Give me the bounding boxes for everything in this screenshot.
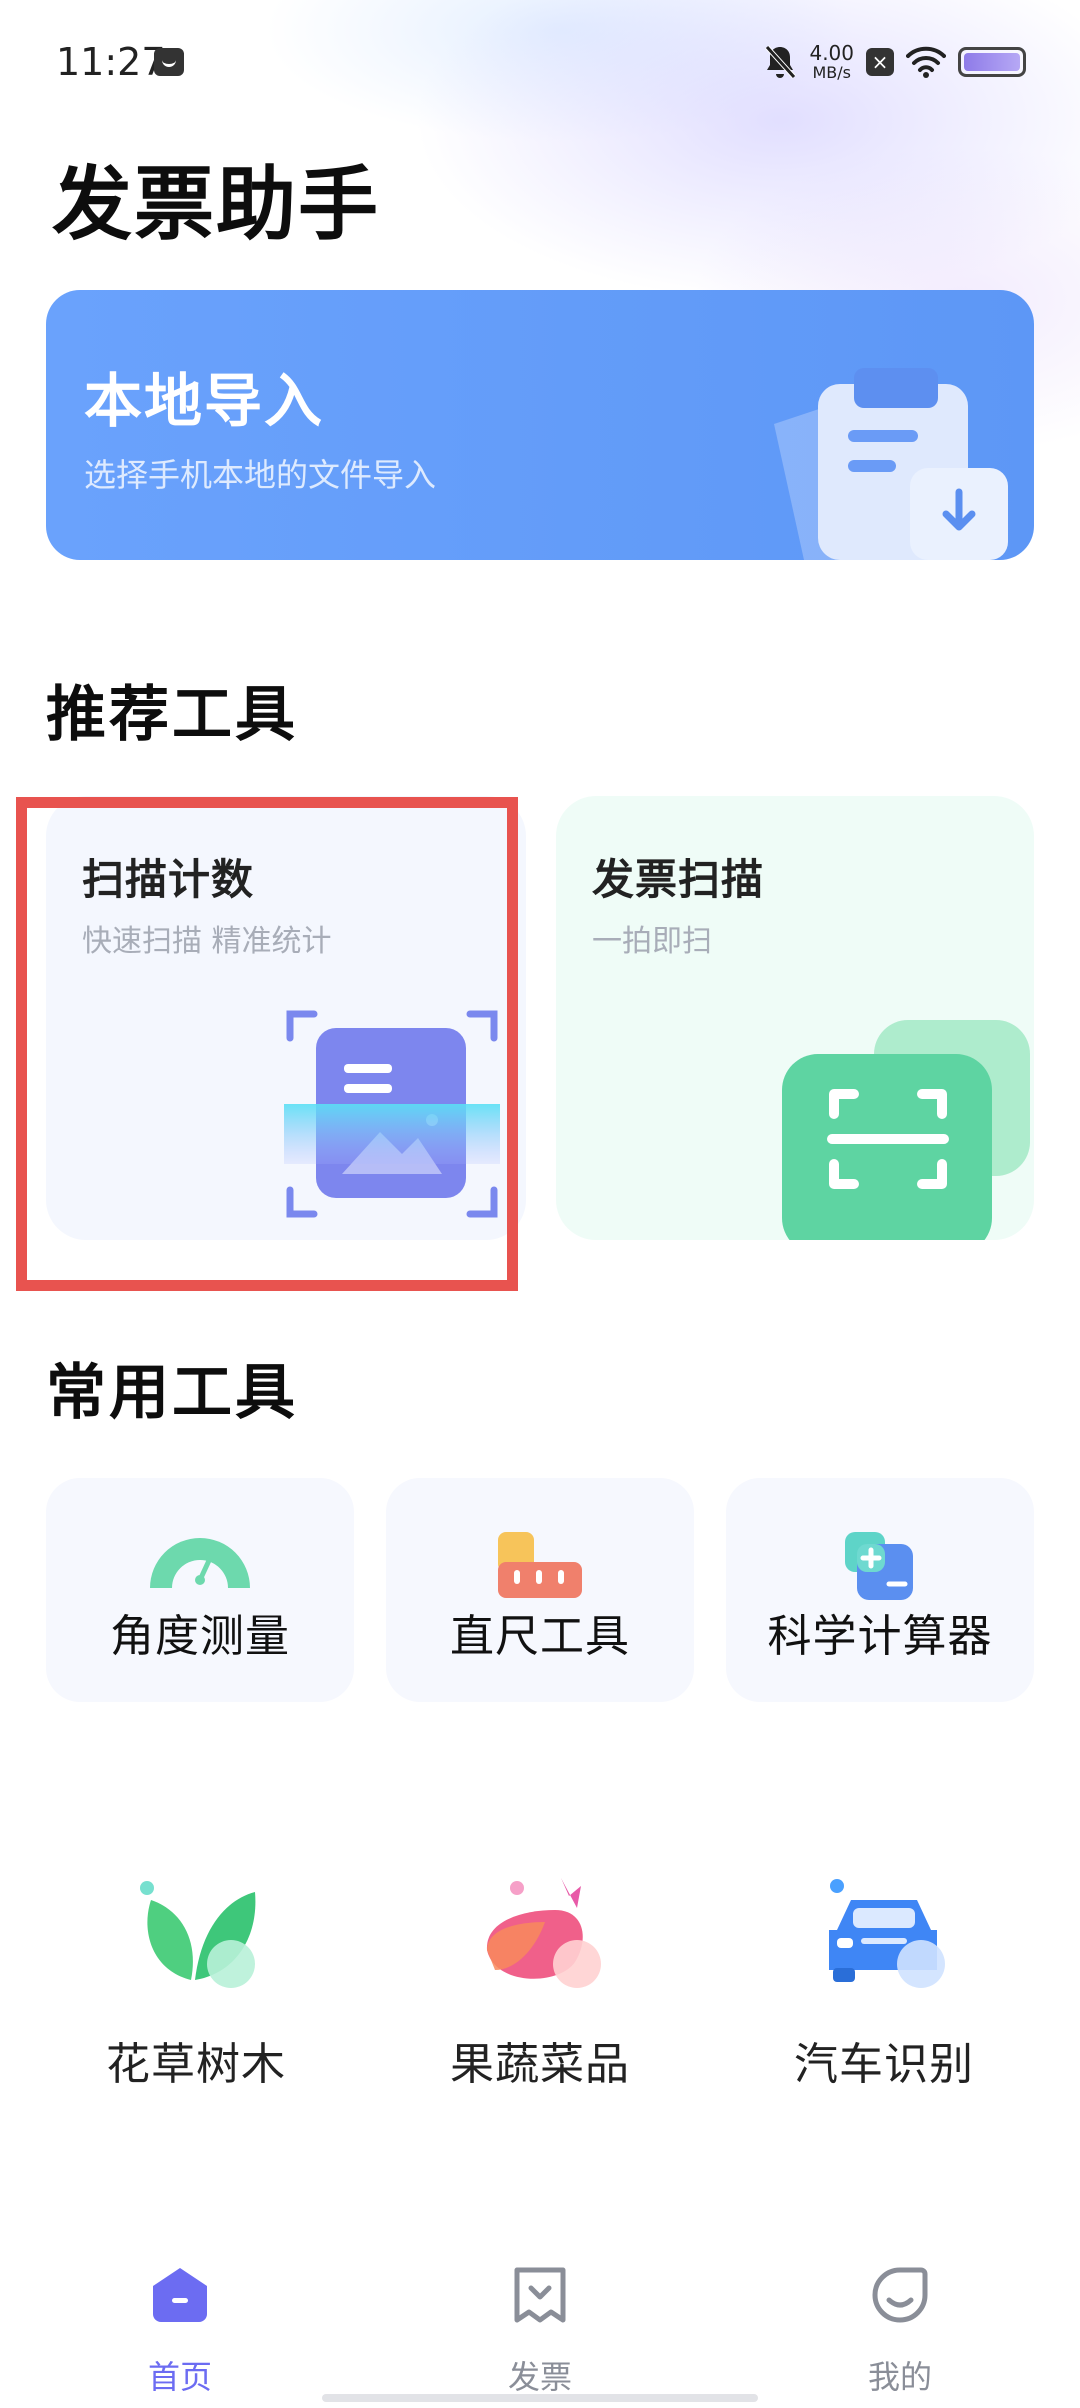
car-icon bbox=[829, 1879, 945, 1988]
scan-count-subtitle: 快速扫描 精准统计 bbox=[82, 924, 332, 959]
scientific-calculator-label: 科学计算器 bbox=[767, 1611, 993, 1662]
produce-identify-item[interactable]: 果蔬菜品 bbox=[390, 1870, 690, 2090]
nav-invoice-label: 发票 bbox=[507, 2358, 572, 2396]
ruler-icon bbox=[498, 1532, 582, 1598]
ruler-tool-card[interactable]: 直尺工具 bbox=[386, 1478, 694, 1702]
battery-level-fill bbox=[964, 53, 1020, 71]
nav-profile[interactable]: 我的 bbox=[800, 2264, 1000, 2396]
eggplant-icon bbox=[486, 1878, 601, 1988]
wifi-icon bbox=[906, 46, 946, 78]
ruler-tool-label: 直尺工具 bbox=[450, 1611, 630, 1662]
home-indicator-bar[interactable] bbox=[322, 2394, 758, 2402]
local-import-subtitle: 选择手机本地的文件导入 bbox=[84, 456, 437, 494]
home-icon bbox=[153, 2268, 207, 2322]
invoice-scan-subtitle: 一拍即扫 bbox=[592, 924, 712, 959]
bell-mute-icon bbox=[765, 45, 797, 79]
nav-profile-label: 我的 bbox=[867, 2358, 932, 2396]
profile-face-icon bbox=[872, 2267, 928, 2323]
scan-image-icon bbox=[284, 1010, 500, 1218]
recommended-tools-title: 推荐工具 bbox=[46, 680, 298, 750]
invoice-scan-title: 发票扫描 bbox=[592, 855, 765, 904]
notification-message-icon bbox=[154, 48, 184, 76]
battery-icon bbox=[958, 47, 1026, 77]
common-tools-title: 常用工具 bbox=[46, 1358, 298, 1428]
status-time: 11:27 bbox=[56, 40, 166, 84]
bottom-navigation: 首页 发票 我的 bbox=[0, 2244, 1080, 2408]
invoice-scan-card[interactable]: 发票扫描 一拍即扫 bbox=[556, 796, 1034, 1240]
angle-measure-card[interactable]: 角度测量 bbox=[46, 1478, 354, 1702]
network-speed: 4.00 MB/s bbox=[809, 43, 854, 81]
clipboard-download-icon bbox=[774, 368, 1008, 560]
angle-measure-label: 角度测量 bbox=[110, 1611, 290, 1662]
screen: 11:27 4.00 MB/s × 发票助手 本地导入 选择手机本地的文件导入 … bbox=[0, 0, 1080, 2408]
receipt-icon bbox=[514, 2267, 566, 2323]
nav-invoice[interactable]: 发票 bbox=[440, 2264, 640, 2396]
page-title: 发票助手 bbox=[52, 158, 380, 251]
car-identify-label: 汽车识别 bbox=[794, 2039, 974, 2090]
local-import-title: 本地导入 bbox=[84, 367, 325, 435]
status-indicators: 4.00 MB/s × bbox=[763, 40, 1026, 84]
nav-home[interactable]: 首页 bbox=[80, 2264, 280, 2396]
status-bar: 11:27 4.00 MB/s × bbox=[0, 0, 1080, 128]
leaf-icon bbox=[140, 1881, 256, 1988]
nav-home-label: 首页 bbox=[147, 2358, 212, 2396]
local-import-card[interactable]: 本地导入 选择手机本地的文件导入 bbox=[46, 290, 1034, 560]
protractor-icon bbox=[150, 1538, 250, 1588]
network-speed-value: 4.00 bbox=[809, 41, 854, 65]
plant-identify-label: 花草树木 bbox=[106, 2039, 286, 2090]
car-identify-item[interactable]: 汽车识别 bbox=[734, 1870, 1034, 2090]
calculator-icon bbox=[845, 1532, 913, 1600]
no-sim-icon: × bbox=[866, 48, 894, 76]
plant-identify-item[interactable]: 花草树木 bbox=[46, 1870, 346, 2090]
scan-count-title: 扫描计数 bbox=[82, 855, 255, 904]
scan-count-card[interactable]: 扫描计数 快速扫描 精准统计 bbox=[46, 796, 526, 1240]
scientific-calculator-card[interactable]: 科学计算器 bbox=[726, 1478, 1034, 1702]
scan-frame-icon bbox=[782, 1020, 1030, 1240]
network-speed-unit: MB/s bbox=[812, 63, 851, 82]
produce-identify-label: 果蔬菜品 bbox=[450, 2039, 630, 2090]
